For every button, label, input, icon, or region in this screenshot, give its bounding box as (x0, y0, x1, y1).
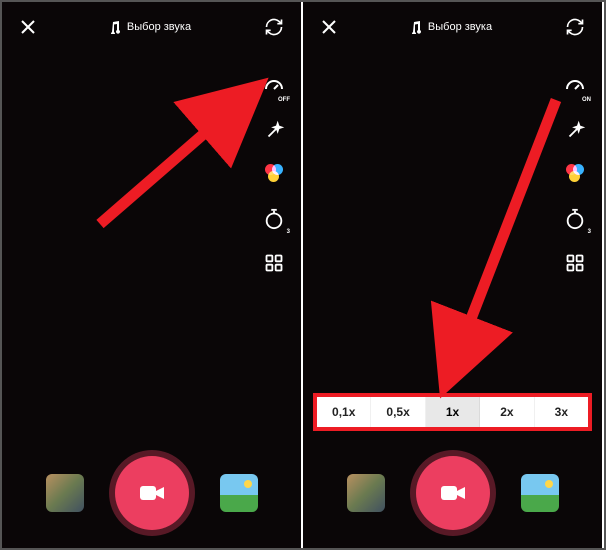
grid-icon (264, 253, 284, 273)
music-note-icon (411, 21, 422, 34)
speed-button[interactable]: OFF (261, 74, 287, 100)
close-icon (20, 19, 36, 35)
magic-wand-icon (263, 120, 285, 142)
effects-thumbnail[interactable] (46, 474, 84, 512)
speedometer-icon (262, 75, 286, 99)
more-effects-button[interactable] (562, 250, 588, 276)
speed-option-2[interactable]: 1x (426, 397, 480, 427)
side-toolbar: ON 3 (562, 74, 588, 276)
video-camera-icon (439, 483, 467, 503)
magic-wand-icon (564, 120, 586, 142)
filters-button[interactable] (261, 162, 287, 188)
gallery-thumbnail[interactable] (220, 474, 258, 512)
beauty-button[interactable] (261, 118, 287, 144)
flip-camera-button[interactable] (564, 16, 586, 38)
speed-option-4[interactable]: 3x (535, 397, 588, 427)
video-camera-icon (138, 483, 166, 503)
timer-button[interactable]: 3 (261, 206, 287, 232)
timer-badge: 3 (286, 229, 291, 235)
effects-thumbnail[interactable] (347, 474, 385, 512)
close-button[interactable] (319, 17, 339, 37)
speed-badge: ON (581, 97, 592, 103)
close-icon (321, 19, 337, 35)
music-note-icon (110, 21, 121, 34)
sound-label: Выбор звука (428, 21, 492, 33)
speed-option-0[interactable]: 0,1x (317, 397, 371, 427)
screenshot-left: Выбор звука OFF 3 (2, 2, 303, 548)
timer-icon (564, 208, 586, 230)
speed-options-bar: 0,1x 0,5x 1x 2x 3x (314, 394, 591, 430)
more-effects-button[interactable] (261, 250, 287, 276)
record-button[interactable] (416, 456, 490, 530)
gallery-thumbnail[interactable] (521, 474, 559, 512)
record-button[interactable] (115, 456, 189, 530)
beauty-button[interactable] (562, 118, 588, 144)
timer-icon (263, 208, 285, 230)
filters-icon (262, 163, 286, 187)
speed-option-1[interactable]: 0,5x (371, 397, 425, 427)
screenshot-right: Выбор звука ON 3 0,1x 0,5 (303, 2, 604, 548)
speedometer-icon (563, 75, 587, 99)
speed-badge: OFF (277, 97, 291, 103)
side-toolbar: OFF 3 (261, 74, 287, 276)
timer-button[interactable]: 3 (562, 206, 588, 232)
filters-button[interactable] (562, 162, 588, 188)
speed-button[interactable]: ON (562, 74, 588, 100)
sound-label: Выбор звука (127, 21, 191, 33)
timer-badge: 3 (587, 229, 592, 235)
speed-option-3[interactable]: 2x (480, 397, 534, 427)
sound-selector[interactable]: Выбор звука (411, 21, 492, 34)
flip-icon (565, 17, 585, 37)
close-button[interactable] (18, 17, 38, 37)
grid-icon (565, 253, 585, 273)
bottom-bar (303, 456, 602, 530)
bottom-bar (2, 456, 301, 530)
top-bar: Выбор звука (2, 2, 301, 50)
flip-camera-button[interactable] (263, 16, 285, 38)
filters-icon (563, 163, 587, 187)
top-bar: Выбор звука (303, 2, 602, 50)
flip-icon (264, 17, 284, 37)
sound-selector[interactable]: Выбор звука (110, 21, 191, 34)
